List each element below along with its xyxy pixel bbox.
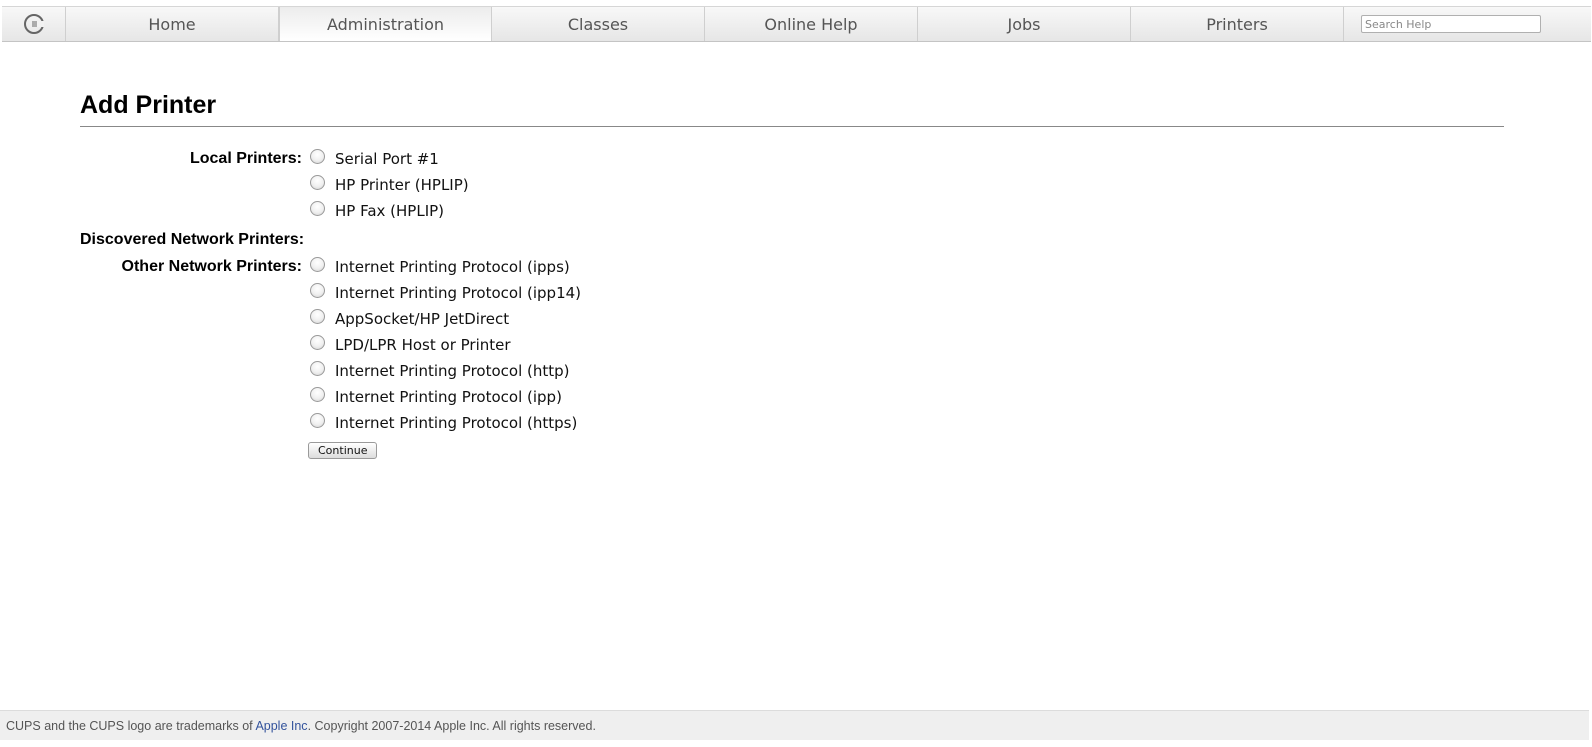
option-ipp-http[interactable]: Internet Printing Protocol (http) [310, 360, 570, 380]
tab-home[interactable]: Home [66, 7, 279, 41]
footer-text-after: . Copyright 2007-2014 Apple Inc. All rig… [307, 719, 596, 733]
footer: CUPS and the CUPS logo are trademarks of… [0, 710, 1589, 740]
option-ipps[interactable]: Internet Printing Protocol (ipps) [310, 256, 570, 276]
cups-logo-icon[interactable] [2, 7, 66, 41]
local-printers-label: Local Printers: [189, 150, 302, 167]
option-label: Internet Printing Protocol (https) [335, 414, 578, 432]
main-content: Add Printer Local Printers: Serial Port … [80, 88, 1504, 459]
option-label: LPD/LPR Host or Printer [335, 336, 511, 354]
discovered-network-printers-label: Discovered Network Printers: [80, 231, 305, 248]
option-label: HP Fax (HPLIP) [335, 202, 445, 220]
option-lpd-lpr[interactable]: LPD/LPR Host or Printer [310, 334, 511, 354]
page-title: Add Printer [80, 88, 1504, 127]
option-appsocket-jetdirect[interactable]: AppSocket/HP JetDirect [310, 308, 510, 328]
option-label: Serial Port #1 [335, 150, 439, 168]
radio-button[interactable] [310, 308, 325, 324]
search-area [1344, 7, 1591, 41]
tab-classes[interactable]: Classes [492, 7, 705, 41]
search-help-input[interactable] [1361, 15, 1541, 33]
option-ipp14[interactable]: Internet Printing Protocol (ipp14) [310, 282, 582, 302]
apple-inc-link[interactable]: Apple Inc [255, 719, 307, 733]
option-ipp[interactable]: Internet Printing Protocol (ipp) [310, 386, 562, 406]
radio-button[interactable] [310, 386, 325, 402]
option-label: HP Printer (HPLIP) [335, 176, 469, 194]
option-label: Internet Printing Protocol (ipp) [335, 388, 562, 406]
footer-text-before: CUPS and the CUPS logo are trademarks of [6, 719, 256, 733]
other-network-printers-label: Other Network Printers: [121, 258, 302, 275]
radio-button[interactable] [310, 334, 325, 350]
tab-administration[interactable]: Administration [279, 7, 492, 41]
tab-printers[interactable]: Printers [1131, 7, 1344, 41]
top-navbar: Home Administration Classes Online Help … [2, 6, 1591, 42]
radio-button[interactable] [310, 360, 325, 376]
option-ipp-https[interactable]: Internet Printing Protocol (https) [310, 412, 578, 432]
option-label: Internet Printing Protocol (http) [335, 362, 570, 380]
option-hp-printer-hplip[interactable]: HP Printer (HPLIP) [310, 174, 469, 194]
radio-button[interactable] [310, 200, 325, 216]
option-label: Internet Printing Protocol (ipps) [335, 258, 570, 276]
option-hp-fax-hplip[interactable]: HP Fax (HPLIP) [310, 200, 445, 220]
radio-button[interactable] [310, 148, 325, 164]
option-label: AppSocket/HP JetDirect [335, 310, 510, 328]
radio-button[interactable] [310, 412, 325, 428]
continue-button[interactable]: Continue [308, 442, 378, 459]
tab-online-help[interactable]: Online Help [705, 7, 918, 41]
option-label: Internet Printing Protocol (ipp14) [335, 284, 582, 302]
radio-button[interactable] [310, 282, 325, 298]
radio-button[interactable] [310, 256, 325, 272]
option-serial-port-1[interactable]: Serial Port #1 [310, 148, 439, 168]
tab-jobs[interactable]: Jobs [918, 7, 1131, 41]
radio-button[interactable] [310, 174, 325, 190]
